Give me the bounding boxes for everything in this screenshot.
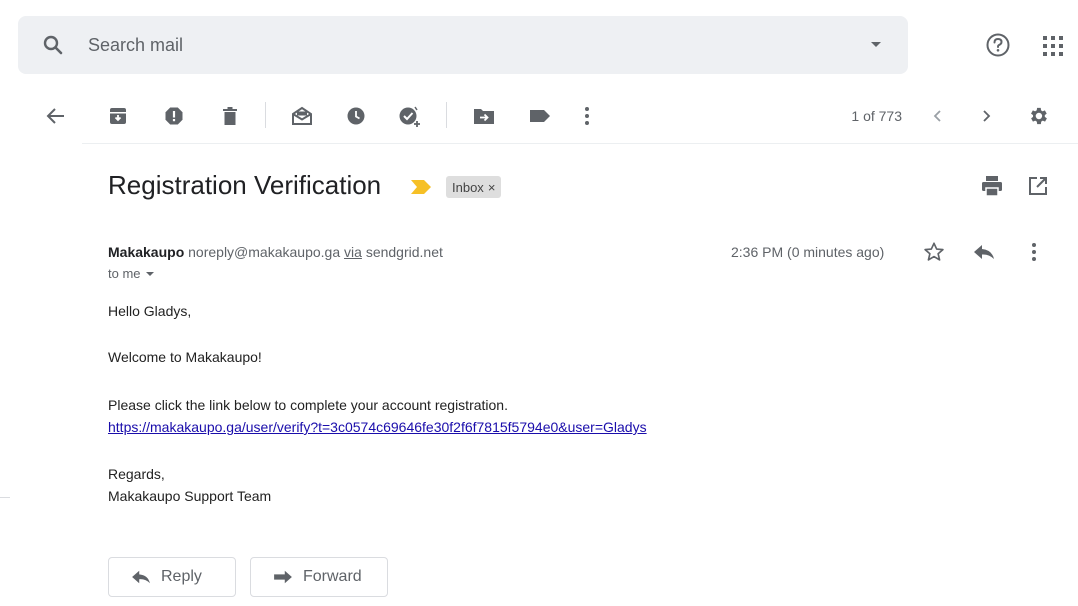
via-domain: sendgrid.net [365,244,443,260]
more-vert-icon[interactable] [573,102,601,130]
add-task-icon[interactable] [396,102,424,130]
show-details-caret-icon[interactable] [145,271,155,277]
chevron-left-icon[interactable] [924,102,952,130]
toolbar-separator [446,102,447,128]
open-in-new-window-icon[interactable] [1024,172,1052,200]
label-icon[interactable] [526,102,554,130]
sender-email: noreply@makakaupo.ga [188,244,341,260]
body-signoff: Regards, [108,466,165,482]
message-timestamp: 2:36 PM (0 minutes ago) [731,244,885,260]
recipient-line[interactable]: to me [108,266,155,281]
arrow-left-icon[interactable] [42,102,70,130]
verification-link[interactable]: https://makakaupo.ga/user/verify?t=3c057… [108,419,647,435]
body-greeting: Hello Gladys, [108,303,192,319]
forward-button[interactable]: Forward [250,557,388,597]
print-icon[interactable] [978,172,1006,200]
search-options-caret-icon[interactable] [862,31,890,59]
importance-marker-icon[interactable] [410,177,432,197]
move-to-folder-icon[interactable] [470,102,498,130]
more-options-icon[interactable] [1020,238,1048,266]
body-welcome: Welcome to Makakaupo! [108,349,262,365]
inbox-label-chip: Inbox × [446,176,502,198]
chevron-right-icon[interactable] [972,102,1000,130]
via-link[interactable]: via [344,244,362,260]
star-icon[interactable] [920,238,948,266]
remove-label-icon[interactable]: × [488,180,496,195]
search-input[interactable] [88,31,688,59]
body-signature: Makakaupo Support Team [108,488,272,504]
inbox-label-text: Inbox [452,179,484,195]
gear-icon[interactable] [1024,102,1052,130]
toolbar-separator [265,102,266,128]
edge-divider [0,497,10,498]
body-instruction: Please click the link below to complete … [108,397,508,413]
help-icon[interactable] [982,29,1014,61]
forward-button-label: Forward [303,568,362,585]
trash-icon[interactable] [216,102,244,130]
archive-icon[interactable] [104,102,132,130]
reply-button-label: Reply [161,568,202,585]
reply-button[interactable]: Reply [108,557,236,597]
mark-unread-icon[interactable] [288,102,316,130]
sender-name[interactable]: Makakaupo [108,244,184,260]
apps-grid-icon[interactable] [1038,31,1068,61]
reply-icon [131,569,151,585]
toolbar-divider [82,143,1078,144]
recipient-label: to me [108,266,141,281]
pagination-count: 1 of 773 [851,108,902,124]
report-spam-icon[interactable] [160,102,188,130]
clock-icon[interactable] [342,102,370,130]
search-icon[interactable] [38,30,68,60]
email-subject: Registration Verification [108,170,382,200]
forward-icon [273,569,293,585]
reply-icon[interactable] [970,238,998,266]
sender-line: Makakaupo noreply@makakaupo.ga via sendg… [108,244,443,260]
